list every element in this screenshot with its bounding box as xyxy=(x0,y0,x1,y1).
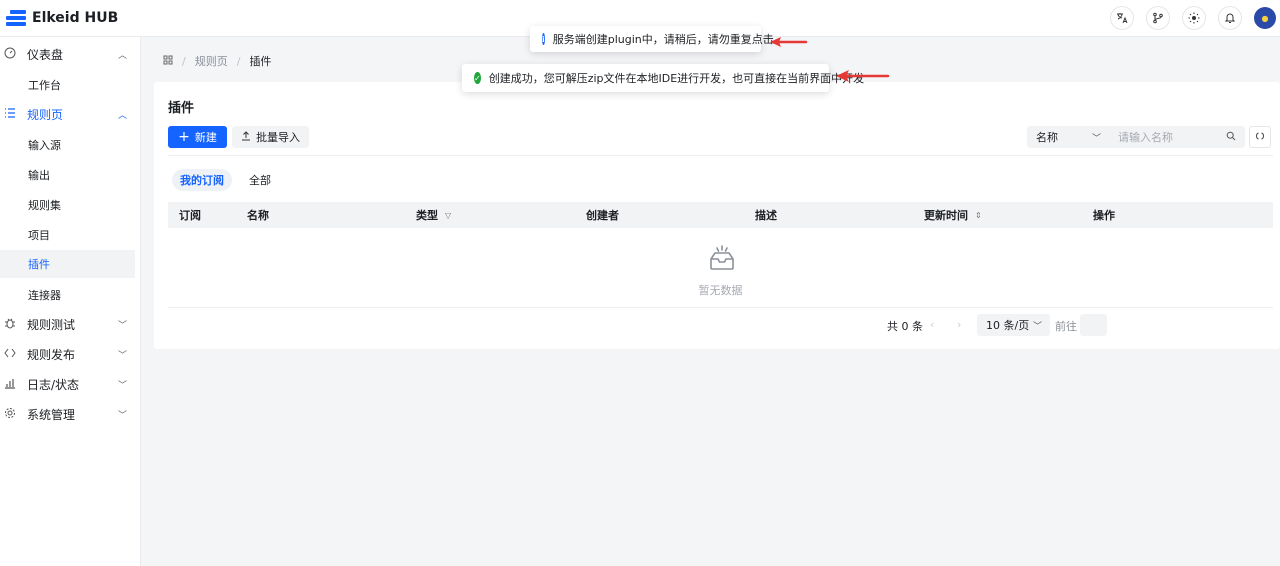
sidebar-item-ruleset[interactable]: 规则集 xyxy=(0,191,135,219)
chevron-left-icon[interactable]: ‹ xyxy=(930,318,934,331)
info-toast: i 服务端创建plugin中，请稍后，请勿重复点击 xyxy=(530,26,774,52)
breadcrumb-current: 插件 xyxy=(249,55,272,68)
annotation-arrow-icon xyxy=(836,70,890,82)
sidebar-group-dashboard[interactable]: 仪表盘 ︿ xyxy=(0,39,141,69)
empty-text: 暂无数据 xyxy=(698,284,743,297)
chevron-up-icon: ︿ xyxy=(117,110,127,121)
refresh-icon xyxy=(1255,131,1265,144)
chevron-down-icon: ﹀ xyxy=(1091,133,1101,144)
page-title: 插件 xyxy=(168,101,195,116)
chevron-right-icon[interactable]: › xyxy=(957,318,961,331)
sidebar-group-rule-test[interactable]: 规则测试 ﹀ xyxy=(0,309,141,339)
sidebar: 仪表盘 ︿ 工作台 规则页 ︿ 输入源 输出 规则集 项目 插件 连接器 规则测… xyxy=(0,37,141,566)
app-title: Elkeid HUB xyxy=(32,10,119,26)
sidebar-group-logs[interactable]: 日志/状态 ﹀ xyxy=(0,369,141,399)
translate-icon[interactable] xyxy=(1110,6,1134,30)
sidebar-item-workbench[interactable]: 工作台 xyxy=(0,71,135,99)
avatar[interactable]: ● xyxy=(1254,7,1276,29)
filter-field-select[interactable]: 名称 ﹀ xyxy=(1027,126,1109,148)
chevron-up-icon: ︿ xyxy=(117,50,127,61)
code-icon xyxy=(4,347,16,362)
app-logo[interactable]: Elkeid HUB xyxy=(6,8,118,28)
plus-icon: + xyxy=(178,129,190,145)
sidebar-group-rules[interactable]: 规则页 ︿ xyxy=(0,99,141,129)
chart-icon xyxy=(4,377,16,392)
column-updated-time: 更新时间 ⇕ xyxy=(924,209,982,222)
chevron-down-icon: ﹀ xyxy=(117,350,127,361)
chevron-down-icon: ﹀ xyxy=(117,410,127,421)
column-description: 描述 xyxy=(755,209,777,222)
column-actions: 操作 xyxy=(1093,209,1115,222)
breadcrumb: / 规则页 / 插件 xyxy=(163,53,271,69)
batch-import-button[interactable]: 批量导入 xyxy=(232,126,309,148)
empty-box-icon xyxy=(710,245,734,270)
settings-icon xyxy=(4,407,16,422)
pager-goto-label: 前往 xyxy=(1055,320,1077,333)
chevron-down-icon: ﹀ xyxy=(117,380,127,391)
grid-icon[interactable] xyxy=(163,55,173,68)
pager-goto-input[interactable] xyxy=(1080,314,1107,336)
column-type: 类型 ▽ xyxy=(416,209,452,222)
bell-icon[interactable] xyxy=(1218,6,1242,30)
pager-total: 共 0 条 xyxy=(887,320,923,333)
check-icon: ✓ xyxy=(474,72,481,84)
column-name: 名称 xyxy=(247,209,269,222)
filter-icon[interactable]: ▽ xyxy=(445,211,451,220)
search-box xyxy=(1109,126,1245,148)
new-button[interactable]: + 新建 xyxy=(168,126,227,148)
divider xyxy=(168,155,1273,156)
info-icon: i xyxy=(542,33,545,45)
upload-icon xyxy=(241,130,251,144)
theme-icon[interactable] xyxy=(1182,6,1206,30)
table-header: 订阅 名称 类型 ▽ 创建者 描述 更新时间 ⇕ 操作 xyxy=(168,202,1273,228)
sidebar-item-connector[interactable]: 连接器 xyxy=(0,281,135,309)
column-creator: 创建者 xyxy=(586,209,619,222)
chevron-down-icon: ﹀ xyxy=(1032,321,1042,332)
page-size-select[interactable]: 10 条/页 ﹀ xyxy=(977,314,1050,336)
chevron-down-icon: ﹀ xyxy=(117,320,127,331)
plugin-panel: 插件 + 新建 批量导入 名称 ﹀ 我的订阅 全部 订阅 名称 类型 ▽ 创建者 xyxy=(154,82,1280,349)
sidebar-item-output[interactable]: 输出 xyxy=(0,161,135,189)
table-empty: 暂无数据 xyxy=(168,228,1273,308)
list-icon xyxy=(4,107,16,122)
bug-icon xyxy=(4,317,16,332)
sidebar-item-input-source[interactable]: 输入源 xyxy=(0,131,135,159)
sidebar-group-system[interactable]: 系统管理 ﹀ xyxy=(0,399,141,429)
dashboard-icon xyxy=(4,47,16,62)
tab-my-subscriptions[interactable]: 我的订阅 xyxy=(172,169,232,191)
annotation-arrow-icon xyxy=(770,37,808,47)
search-icon[interactable] xyxy=(1226,131,1236,144)
column-subscribe: 订阅 xyxy=(179,209,201,222)
tab-all[interactable]: 全部 xyxy=(242,169,278,191)
sort-icon[interactable]: ⇕ xyxy=(975,211,982,220)
sidebar-group-rule-publish[interactable]: 规则发布 ﹀ xyxy=(0,339,141,369)
logo-icon xyxy=(6,8,26,28)
sidebar-item-plugin[interactable]: 插件 xyxy=(0,250,135,278)
breadcrumb-parent[interactable]: 规则页 xyxy=(195,53,228,69)
sidebar-item-project[interactable]: 项目 xyxy=(0,221,135,249)
search-input[interactable] xyxy=(1109,130,1219,144)
refresh-button[interactable] xyxy=(1249,126,1271,148)
branch-icon[interactable] xyxy=(1146,6,1170,30)
success-toast: ✓ 创建成功，您可解压zip文件在本地IDE进行开发，也可直接在当前界面中开发 xyxy=(462,64,864,92)
